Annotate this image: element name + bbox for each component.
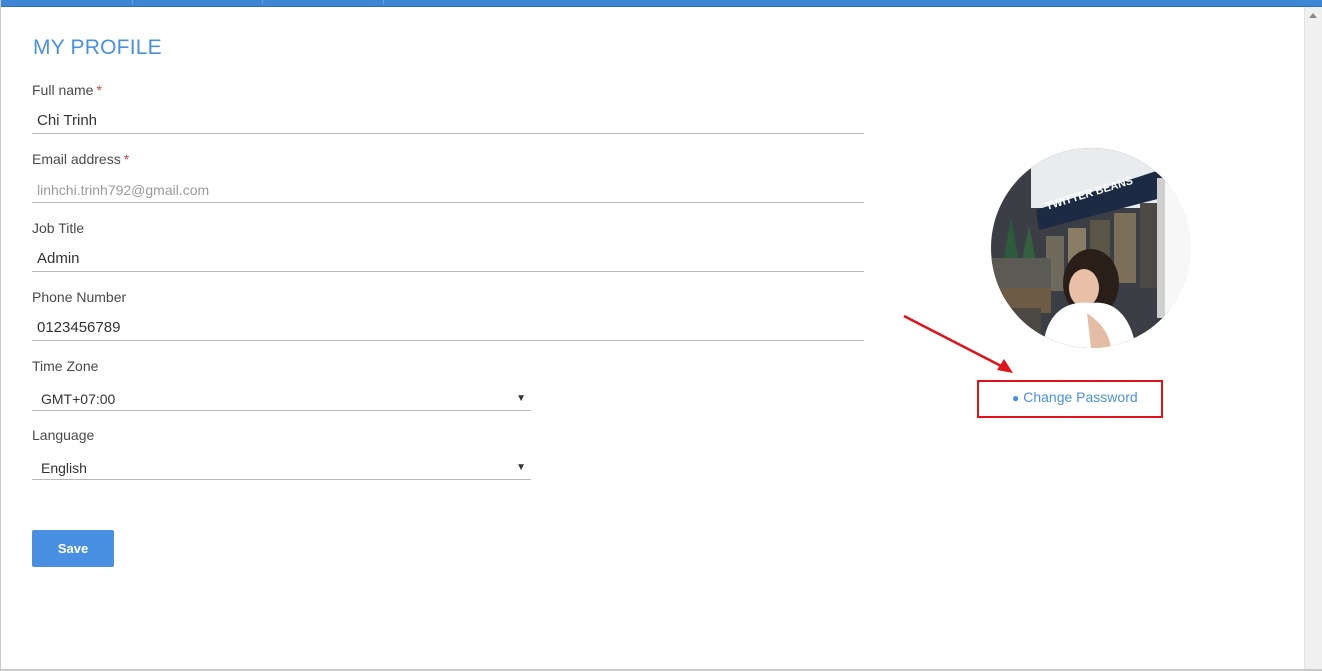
phone-number-input[interactable]: 0123456789 (32, 318, 864, 341)
required-asterisk: * (96, 82, 102, 98)
language-label: Language (32, 427, 95, 443)
vertical-scrollbar[interactable] (1304, 7, 1322, 669)
full-name-input[interactable]: Chi Trinh (32, 111, 864, 134)
page-title: MY PROFILE (33, 36, 162, 59)
required-asterisk: * (123, 151, 130, 167)
time-zone-selected-value: GMT+07:00 (41, 391, 116, 407)
change-password-link[interactable]: ● Change Password (1012, 389, 1138, 405)
language-field: Language English ▼ (32, 426, 531, 480)
job-title-input[interactable]: Admin (32, 249, 864, 272)
annotation-arrow-icon (903, 314, 1013, 373)
dropdown-caret-icon: ▼ (516, 462, 526, 473)
full-name-field: Full name * Chi Trinh (32, 81, 864, 134)
language-select[interactable]: English ▼ (32, 458, 531, 480)
phone-number-label: Phone Number (32, 289, 127, 305)
profile-avatar[interactable]: TWITTER BEANS (991, 148, 1191, 348)
dropdown-caret-icon: ▼ (516, 393, 526, 404)
bullet-icon: ● (1012, 391, 1020, 405)
top-tab-bar (1, 0, 1322, 7)
time-zone-label: Time Zone (32, 358, 99, 374)
full-name-label: Full name * (32, 82, 102, 98)
job-title-label: Job Title (32, 220, 85, 236)
app-window: MY PROFILE Full name * Chi Trinh Email ad… (0, 0, 1322, 671)
phone-number-field: Phone Number 0123456789 (32, 288, 864, 341)
time-zone-select[interactable]: GMT+07:00 ▼ (32, 389, 531, 411)
scroll-up-arrow-icon[interactable] (1309, 13, 1317, 18)
change-password-label: Change Password (1023, 389, 1138, 405)
top-tab[interactable] (133, 0, 263, 4)
email-input[interactable]: linhchi.trinh792@gmail.com (32, 180, 864, 203)
email-field: Email address * linhchi.trinh792@gmail.co… (32, 150, 864, 203)
top-tab[interactable] (1, 0, 133, 4)
avatar-photo: TWITTER BEANS (991, 148, 1191, 348)
language-selected-value: English (41, 460, 87, 476)
time-zone-field: Time Zone GMT+07:00 ▼ (32, 357, 531, 411)
email-label: Email address * (32, 151, 130, 167)
save-button[interactable]: Save (32, 530, 114, 567)
top-tab[interactable] (263, 0, 384, 4)
job-title-field: Job Title Admin (32, 219, 864, 272)
